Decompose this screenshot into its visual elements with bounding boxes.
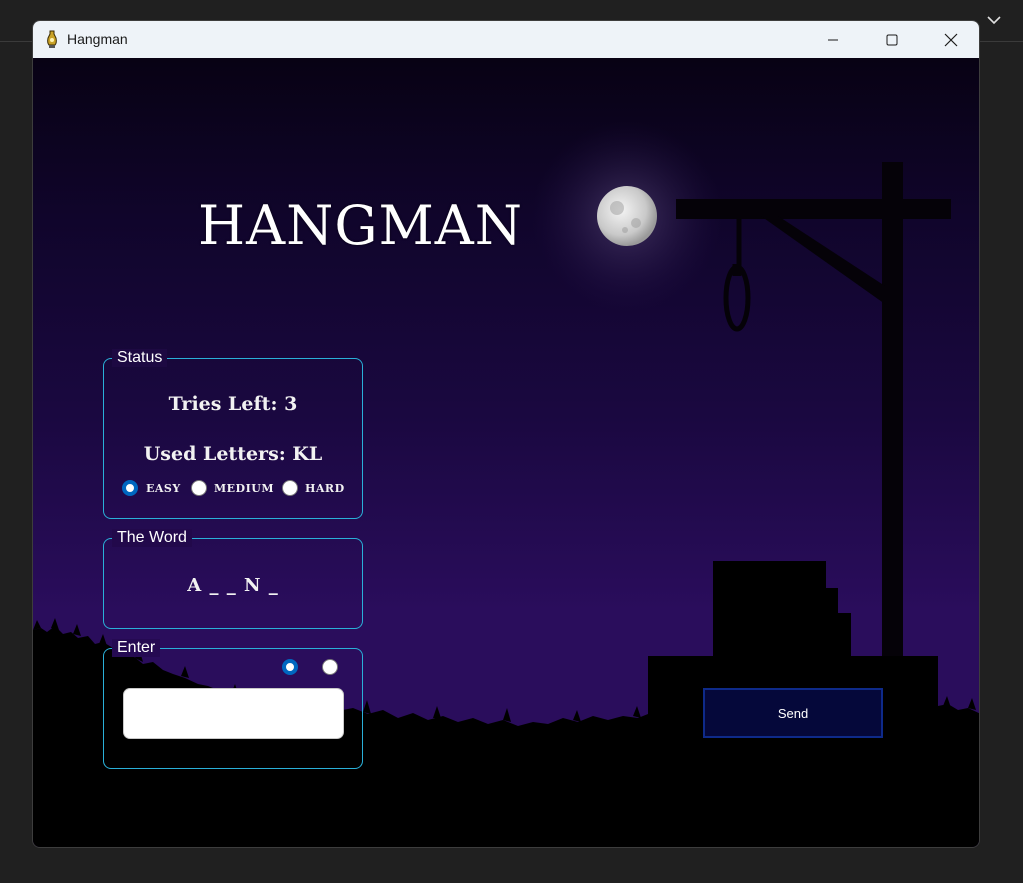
tries-left-label: Tries Left: 3 xyxy=(168,393,298,415)
moon-icon xyxy=(597,186,657,246)
minimize-icon xyxy=(828,39,838,40)
difficulty-hard-radio[interactable] xyxy=(282,480,298,496)
enter-group: Enter xyxy=(103,639,363,769)
difficulty-selector: EASY MEDIUM HARD xyxy=(122,480,362,500)
noose-icon xyxy=(723,219,751,332)
game-area: HANGMAN Status Tries Left: 3 Used Letter… xyxy=(33,58,979,847)
word-legend: The Word xyxy=(112,529,192,547)
enter-mode-word-radio[interactable] xyxy=(322,659,338,675)
difficulty-medium-radio[interactable] xyxy=(191,480,207,496)
guess-input[interactable] xyxy=(123,688,344,739)
maximize-button[interactable] xyxy=(863,21,921,58)
hangman-window: Hangman HANGMAN Status Tries Left: 3 Use… xyxy=(32,20,980,848)
enter-legend: Enter xyxy=(112,639,161,657)
difficulty-easy-radio[interactable] xyxy=(122,480,138,496)
close-icon xyxy=(944,33,958,46)
send-button[interactable]: Send xyxy=(703,688,883,738)
close-button[interactable] xyxy=(922,21,979,58)
title-bar[interactable]: Hangman xyxy=(33,21,979,58)
difficulty-medium-label[interactable]: MEDIUM xyxy=(214,482,274,495)
window-title: Hangman xyxy=(67,31,128,47)
status-legend: Status xyxy=(112,349,168,367)
enter-mode-letter-radio[interactable] xyxy=(282,659,298,675)
game-title: HANGMAN xyxy=(198,194,524,257)
difficulty-hard-label[interactable]: HARD xyxy=(305,482,345,495)
chevron-down-icon[interactable] xyxy=(986,12,1002,28)
word-group: The Word A _ _ N _ xyxy=(103,529,363,629)
difficulty-easy-label[interactable]: EASY xyxy=(146,482,181,495)
maximize-icon xyxy=(886,34,898,45)
word-display: A _ _ N _ xyxy=(187,575,279,596)
status-group: Status Tries Left: 3 Used Letters: KL EA… xyxy=(103,349,363,519)
minimize-button[interactable] xyxy=(804,21,862,58)
used-letters-label: Used Letters: KL xyxy=(143,443,323,465)
lightbulb-icon xyxy=(47,30,57,48)
send-button-label: Send xyxy=(777,705,809,721)
